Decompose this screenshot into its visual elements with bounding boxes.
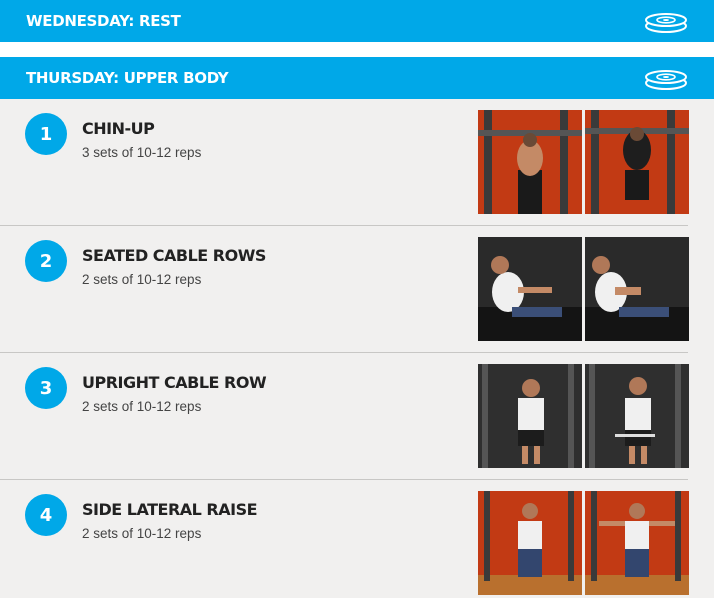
exercise-photo-start[interactable]	[478, 491, 582, 595]
day-header-thursday[interactable]: THURSDAY: UPPER BODY	[0, 57, 714, 99]
weight-plates-icon	[645, 70, 687, 90]
exercise-number-badge: 3	[25, 367, 67, 409]
exercise-item: 2 SEATED CABLE ROWS 2 sets of 10-12 reps	[0, 226, 714, 353]
exercise-number-badge: 4	[25, 494, 67, 536]
exercise-number-badge: 1	[25, 113, 67, 155]
day-header-wednesday[interactable]: WEDNESDAY: REST	[0, 0, 714, 42]
exercise-reps: 2 sets of 10-12 reps	[82, 526, 202, 541]
exercise-list: 1 CHIN-UP 3 sets of 10-12 reps 2 SEATED …	[0, 99, 714, 598]
exercise-item: 1 CHIN-UP 3 sets of 10-12 reps	[0, 99, 714, 226]
exercise-photo-end[interactable]	[585, 491, 689, 595]
exercise-reps: 3 sets of 10-12 reps	[82, 145, 202, 160]
exercise-photo-start[interactable]	[478, 237, 582, 341]
exercise-number-badge: 2	[25, 240, 67, 282]
day-title: WEDNESDAY: REST	[26, 12, 181, 30]
exercise-name: UPRIGHT CABLE ROW	[82, 373, 267, 392]
exercise-photo-end[interactable]	[585, 364, 689, 468]
exercise-item: 4 SIDE LATERAL RAISE 2 sets of 10-12 rep…	[0, 480, 714, 607]
exercise-reps: 2 sets of 10-12 reps	[82, 272, 202, 287]
exercise-name: CHIN-UP	[82, 119, 155, 138]
day-title: THURSDAY: UPPER BODY	[26, 69, 229, 87]
exercise-photo-end[interactable]	[585, 237, 689, 341]
exercise-photo-start[interactable]	[478, 364, 582, 468]
exercise-item: 3 UPRIGHT CABLE ROW 2 sets of 10-12 reps	[0, 353, 714, 480]
exercise-name: SIDE LATERAL RAISE	[82, 500, 258, 519]
exercise-photo-start[interactable]	[478, 110, 582, 214]
exercise-reps: 2 sets of 10-12 reps	[82, 399, 202, 414]
exercise-name: SEATED CABLE ROWS	[82, 246, 266, 265]
exercise-photo-end[interactable]	[585, 110, 689, 214]
weight-plates-icon	[645, 13, 687, 33]
